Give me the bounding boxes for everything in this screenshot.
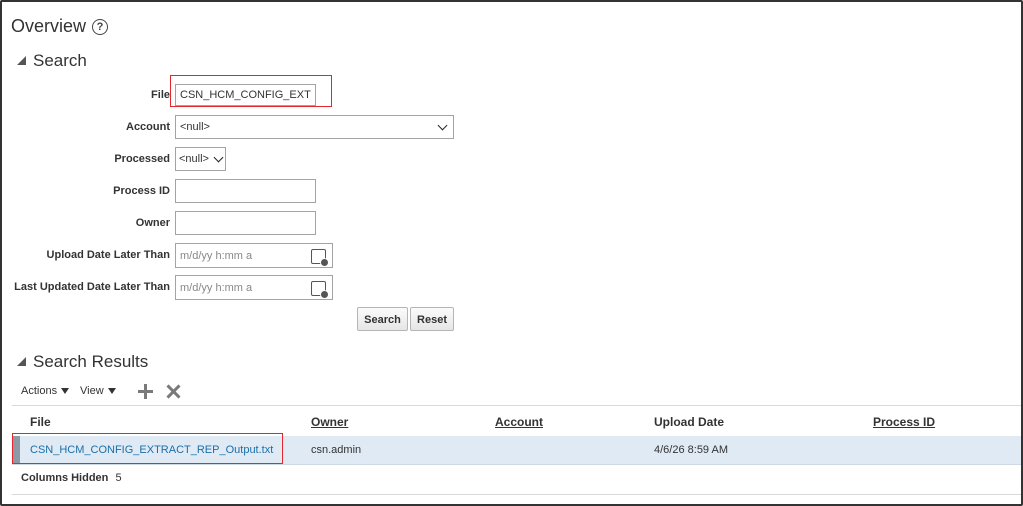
search-section-title: Search <box>33 51 87 70</box>
column-header-account[interactable]: Account <box>495 415 543 429</box>
column-header-process-id[interactable]: Process ID <box>873 415 935 429</box>
page-title: Overview <box>11 16 87 36</box>
calendar-icon[interactable] <box>311 281 329 299</box>
chevron-down-icon <box>213 152 224 162</box>
owner-input[interactable] <box>175 211 316 235</box>
processed-label: Processed <box>114 153 170 165</box>
actions-menu-label: Actions <box>21 385 58 397</box>
upload-date-input-text[interactable] <box>176 244 306 267</box>
process-id-label: Process ID <box>113 185 170 197</box>
owner-label: Owner <box>135 217 170 229</box>
file-input-text[interactable] <box>176 85 315 105</box>
search-collapse-icon[interactable] <box>17 56 26 65</box>
help-icon[interactable]: ? <box>92 19 108 35</box>
divider <box>12 494 1021 495</box>
columns-hidden-count: 5 <box>115 472 122 484</box>
columns-hidden-label: Columns Hidden <box>21 472 109 484</box>
dropdown-arrow-icon <box>107 388 116 394</box>
view-menu-label: View <box>80 385 104 397</box>
account-label: Account <box>126 121 170 133</box>
processed-select[interactable]: <null> <box>175 147 226 171</box>
last-updated-input[interactable] <box>175 275 333 300</box>
column-header-upload-date[interactable]: Upload Date <box>654 415 724 429</box>
view-menu[interactable]: View <box>80 385 116 397</box>
reset-button[interactable]: Reset <box>410 307 454 331</box>
search-button[interactable]: Search <box>357 307 408 331</box>
dropdown-arrow-icon <box>61 388 70 394</box>
actions-menu[interactable]: Actions <box>21 385 70 397</box>
chevron-down-icon <box>437 120 448 130</box>
delete-icon[interactable] <box>166 384 181 399</box>
process-id-input[interactable] <box>175 179 316 203</box>
owner-cell: csn.admin <box>311 444 362 456</box>
file-input[interactable] <box>175 84 316 106</box>
upload-date-input[interactable] <box>175 243 333 268</box>
columns-hidden-status: Columns Hidden 5 <box>21 472 122 484</box>
upload-date-cell: 4/6/26 8:59 AM <box>654 444 728 456</box>
results-section-title: Search Results <box>33 352 149 371</box>
owner-input-text[interactable] <box>176 212 315 234</box>
add-icon[interactable] <box>138 384 153 399</box>
process-id-input-text[interactable] <box>176 180 315 202</box>
column-header-owner[interactable]: Owner <box>311 415 348 429</box>
last-updated-input-text[interactable] <box>176 276 306 299</box>
results-collapse-icon[interactable] <box>17 357 26 366</box>
file-row-highlight-box <box>12 433 283 464</box>
calendar-icon[interactable] <box>311 249 329 267</box>
file-label: File <box>151 89 170 101</box>
last-updated-label: Last Updated Date Later Than <box>14 281 170 293</box>
account-select-value: <null> <box>180 121 210 133</box>
column-header-file[interactable]: File <box>30 415 51 429</box>
account-select[interactable]: <null> <box>175 115 454 139</box>
upload-date-label: Upload Date Later Than <box>46 249 170 261</box>
processed-select-value: <null> <box>179 153 209 165</box>
